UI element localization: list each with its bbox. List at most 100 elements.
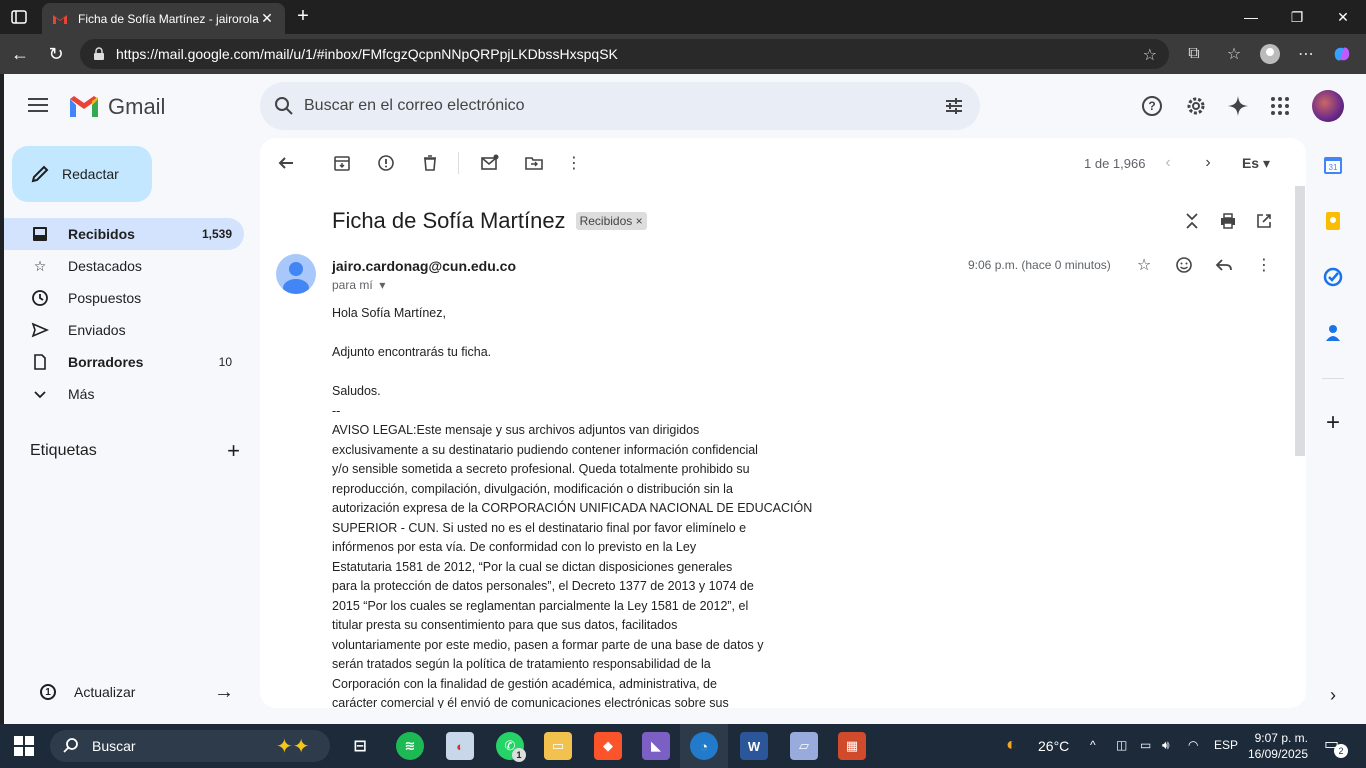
app-icon-tiles[interactable]: ▦ [838,732,866,760]
whatsapp-icon[interactable]: ✆ 1 [496,732,526,762]
apps-grid-icon[interactable] [1268,94,1292,118]
expand-panel-icon[interactable]: › [1322,684,1344,706]
account-avatar[interactable] [1312,90,1344,122]
archive-icon[interactable] [332,153,352,173]
input-tools-selector[interactable]: Es ▾ [1236,153,1276,173]
tasks-icon[interactable] [1322,266,1344,288]
site-info-icon[interactable] [92,47,106,61]
print-icon[interactable] [1218,211,1238,231]
clock-date: 16/09/2025 [1247,747,1308,761]
nav-item-sent[interactable]: Enviados [4,314,244,346]
visual-studio-icon[interactable]: ◣ [642,732,670,760]
browser-tab[interactable]: Ficha de Sofía Martínez - jairorola ✕ [42,3,285,34]
task-view-icon[interactable]: ⊟ [346,732,374,760]
contacts-icon[interactable] [1322,322,1344,344]
calendar-icon[interactable]: 31 [1322,154,1344,176]
scrollbar-thumb[interactable] [1295,186,1305,456]
search-icon[interactable] [274,96,294,116]
add-label-icon[interactable]: + [227,438,240,464]
notes-app-icon[interactable]: ▱ [790,732,818,760]
move-to-icon[interactable] [524,153,544,173]
nav-item-drafts[interactable]: Borradores 10 [4,346,244,378]
spotify-icon[interactable]: ≋ [396,732,424,760]
settings-gear-icon[interactable] [1184,94,1208,118]
nav-label-sent: Enviados [68,322,126,338]
nav-label-inbox: Recibidos [68,226,135,242]
network-icon[interactable]: ◠ [1188,738,1198,752]
weather-icon[interactable]: ◐ [1006,734,1017,755]
body-line: autorización expresa de la CORPORACIÓN U… [332,501,813,515]
update-banner[interactable]: 1 Actualizar → [24,678,234,706]
reload-button[interactable]: ↻ [44,42,68,66]
draft-icon [30,353,50,371]
older-chevron-icon[interactable]: › [1198,153,1218,173]
windows-start-icon[interactable] [14,736,34,756]
gmail-logo[interactable]: Gmail [68,94,165,120]
close-tab-icon[interactable]: ✕ [259,10,275,27]
tab-actions-icon[interactable] [10,8,28,26]
toolbar-divider [458,152,459,174]
star-message-icon[interactable]: ☆ [1134,255,1154,275]
help-icon[interactable]: ? [1140,94,1164,118]
inbox-label-chip[interactable]: Recibidos × [575,212,647,230]
taskbar-search[interactable]: Buscar ✦✦ [50,730,330,762]
gemini-icon[interactable] [1226,94,1250,118]
more-options-icon[interactable]: ⋯ [1296,44,1316,64]
star-icon: ☆ [33,257,47,274]
message-more-icon[interactable]: ⋮ [1254,255,1274,275]
main-menu-icon[interactable] [26,94,50,118]
close-window-button[interactable]: ✕ [1320,0,1366,34]
battery-icon[interactable]: ▭ [1140,738,1151,752]
profile-icon[interactable] [1260,44,1280,64]
delete-icon[interactable] [420,153,440,173]
nav-item-snoozed[interactable]: Pospuestos [4,282,244,314]
add-addon-icon[interactable]: + [1322,409,1344,436]
search-options-icon[interactable] [944,96,964,116]
collapse-all-icon[interactable] [1182,211,1202,231]
word-icon[interactable]: W [740,732,768,760]
new-tab-button[interactable]: + [292,5,314,28]
emoji-reaction-icon[interactable] [1174,255,1194,275]
nav-item-starred[interactable]: ☆ Destacados [4,250,244,282]
compose-button[interactable]: Redactar [12,146,152,202]
gmail-m-icon [70,96,98,117]
volume-icon[interactable]: 🔊︎ [1162,738,1170,753]
report-spam-icon[interactable] [376,153,396,173]
nav-item-more[interactable]: Más [4,378,244,410]
nav-count-drafts: 10 [218,355,232,369]
keep-icon[interactable] [1322,210,1344,232]
reply-icon[interactable] [1214,255,1234,275]
back-to-inbox-icon[interactable] [276,153,296,173]
nav-item-inbox[interactable]: Recibidos 1,539 [4,218,244,250]
tray-app-icon[interactable]: ◫ [1116,738,1127,752]
brave-icon[interactable]: ◆ [594,732,622,760]
minimize-button[interactable]: — [1228,0,1274,34]
sender-email[interactable]: jairo.cardonag@cun.edu.co [332,258,516,274]
more-actions-icon[interactable]: ⋮ [564,153,584,173]
gmail-favicon-icon [53,14,67,24]
app-icon-generic[interactable]: ◐ [446,732,474,760]
maximize-button[interactable]: ❐ [1274,0,1320,34]
arrow-right-icon[interactable]: → [214,681,234,704]
taskbar-search-icon [63,738,78,753]
file-explorer-icon[interactable]: ▭ [544,732,572,760]
newer-chevron-icon[interactable]: ‹ [1158,153,1178,173]
recipient-details[interactable]: para mí ▾ [332,278,385,292]
open-new-window-icon[interactable] [1254,211,1274,231]
favorites-icon[interactable]: ☆ [1224,44,1244,64]
mark-unread-icon[interactable] [480,153,500,173]
tray-expand-icon[interactable]: ^ [1090,738,1096,752]
nav-label-snoozed: Pospuestos [68,290,142,306]
sender-avatar[interactable] [276,254,316,294]
system-clock[interactable]: 9:07 p. m. 16/09/2025 [1240,730,1308,762]
svg-text:?: ? [1148,99,1155,113]
back-button[interactable]: ← [8,42,32,66]
extensions-icon[interactable]: ⧉ [1184,44,1204,64]
favorite-star-icon[interactable]: ☆ [1143,45,1157,65]
copilot-icon[interactable] [1332,44,1352,64]
weather-temp[interactable]: 26°C [1038,738,1069,754]
clock-icon [30,289,50,307]
address-bar[interactable]: https://mail.google.com/mail/u/1/#inbox/… [80,39,1169,69]
input-language[interactable]: ESP [1214,738,1238,752]
mail-search-bar[interactable]: Buscar en el correo electrónico [260,82,980,130]
